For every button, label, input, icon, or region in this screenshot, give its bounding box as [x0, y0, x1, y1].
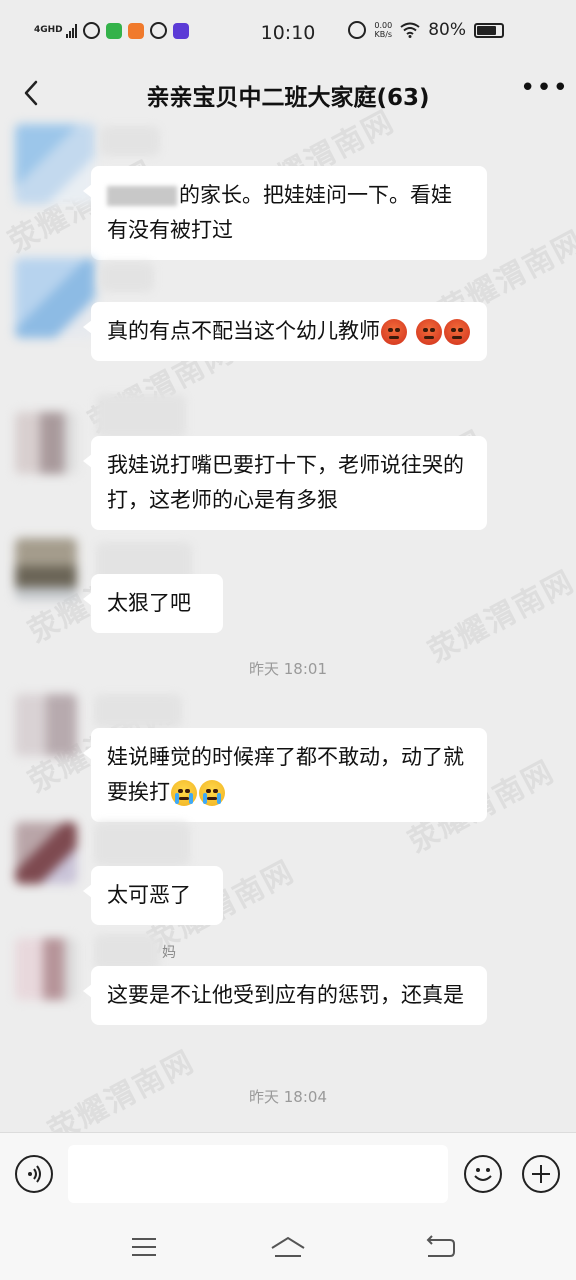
- message-bubble[interactable]: 太狠了吧: [83, 574, 223, 633]
- message-text: 娃说睡觉的时候痒了都不敢动，动了就要挨打: [107, 745, 464, 804]
- message-text: 太可恶了: [107, 883, 191, 907]
- message-text: 真的有点不配当这个幼儿教师: [107, 319, 380, 343]
- sender-name: [94, 934, 160, 970]
- loudly-crying-face-icon: [199, 780, 225, 806]
- message-bubble[interactable]: 这要是不让他受到应有的惩罚，还真是: [83, 966, 487, 1025]
- redacted-text: [107, 186, 177, 206]
- message-text: 我娃说打嘴巴要打十下，老师说往哭的打，这老师的心是有多狠: [107, 453, 464, 512]
- message-bubble[interactable]: 的家长。把娃娃问一下。看娃有没有被打过: [83, 166, 487, 260]
- home-icon[interactable]: [268, 1230, 308, 1264]
- message-text: 这要是不让他受到应有的惩罚，还真是: [107, 983, 464, 1007]
- avatar[interactable]: [15, 938, 77, 1000]
- add-icon[interactable]: [522, 1155, 560, 1193]
- message-input[interactable]: [68, 1145, 448, 1203]
- system-navigation: [0, 1216, 576, 1280]
- network-speed: 0.00 KB/s: [374, 21, 392, 39]
- watermark: 荥耀渭南网: [422, 564, 576, 671]
- more-dots-icon[interactable]: •••: [520, 75, 568, 110]
- timestamp: 昨天 18:01: [249, 660, 327, 678]
- voice-icon[interactable]: [15, 1155, 53, 1193]
- message-bubble[interactable]: 太可恶了: [83, 866, 223, 925]
- sender-name: [94, 822, 190, 866]
- input-bar: [0, 1132, 576, 1217]
- loudly-crying-face-icon: [171, 780, 197, 806]
- chat-title: 亲亲宝贝中二班大家庭(63): [146, 85, 430, 111]
- angry-face-icon: [415, 319, 442, 345]
- sender-name: [96, 394, 186, 438]
- timestamp: 昨天 18:04: [249, 1088, 327, 1106]
- message-bubble[interactable]: 我娃说打嘴巴要打十下，老师说往哭的打，这老师的心是有多狠: [83, 436, 487, 530]
- battery-fill: [477, 25, 496, 35]
- wifi-icon: [400, 22, 420, 38]
- return-icon[interactable]: [420, 1230, 460, 1264]
- angry-face-icon: [443, 319, 470, 345]
- avatar[interactable]: [15, 694, 77, 756]
- sender-name: [100, 126, 160, 156]
- message-bubble[interactable]: 真的有点不配当这个幼儿教师: [83, 302, 487, 361]
- alarm-icon: [348, 21, 367, 39]
- emoji-icon[interactable]: [464, 1155, 502, 1193]
- message-bubble[interactable]: 娃说睡觉的时候痒了都不敢动，动了就要挨打: [83, 728, 487, 822]
- avatar[interactable]: [15, 538, 77, 600]
- angry-face-icon: [381, 319, 407, 345]
- battery-icon: [474, 22, 504, 38]
- battery-percent: 80%: [428, 20, 466, 40]
- sender-name-fragment: 妈: [162, 945, 176, 961]
- message-text: 太狠了吧: [107, 591, 191, 615]
- status-bar: 4GHD 10:10 0.00 KB/s 80%: [0, 0, 576, 64]
- status-right: 0.00 KB/s 80%: [348, 20, 504, 40]
- speed-value: 0.00: [374, 21, 393, 30]
- avatar[interactable]: [15, 412, 77, 474]
- sender-name: [100, 262, 154, 292]
- menu-icon[interactable]: [124, 1230, 164, 1264]
- speed-unit: KB/s: [374, 30, 393, 39]
- chat-header: 亲亲宝贝中二班大家庭(63) •••: [0, 64, 576, 122]
- sender-name: [94, 694, 182, 728]
- avatar[interactable]: [15, 822, 77, 884]
- message-list: 荥耀渭南网 荥耀渭南网 荥耀渭南网 荥耀渭南网 荥耀渭南网 荥耀渭南网 荥耀渭南…: [0, 104, 576, 1150]
